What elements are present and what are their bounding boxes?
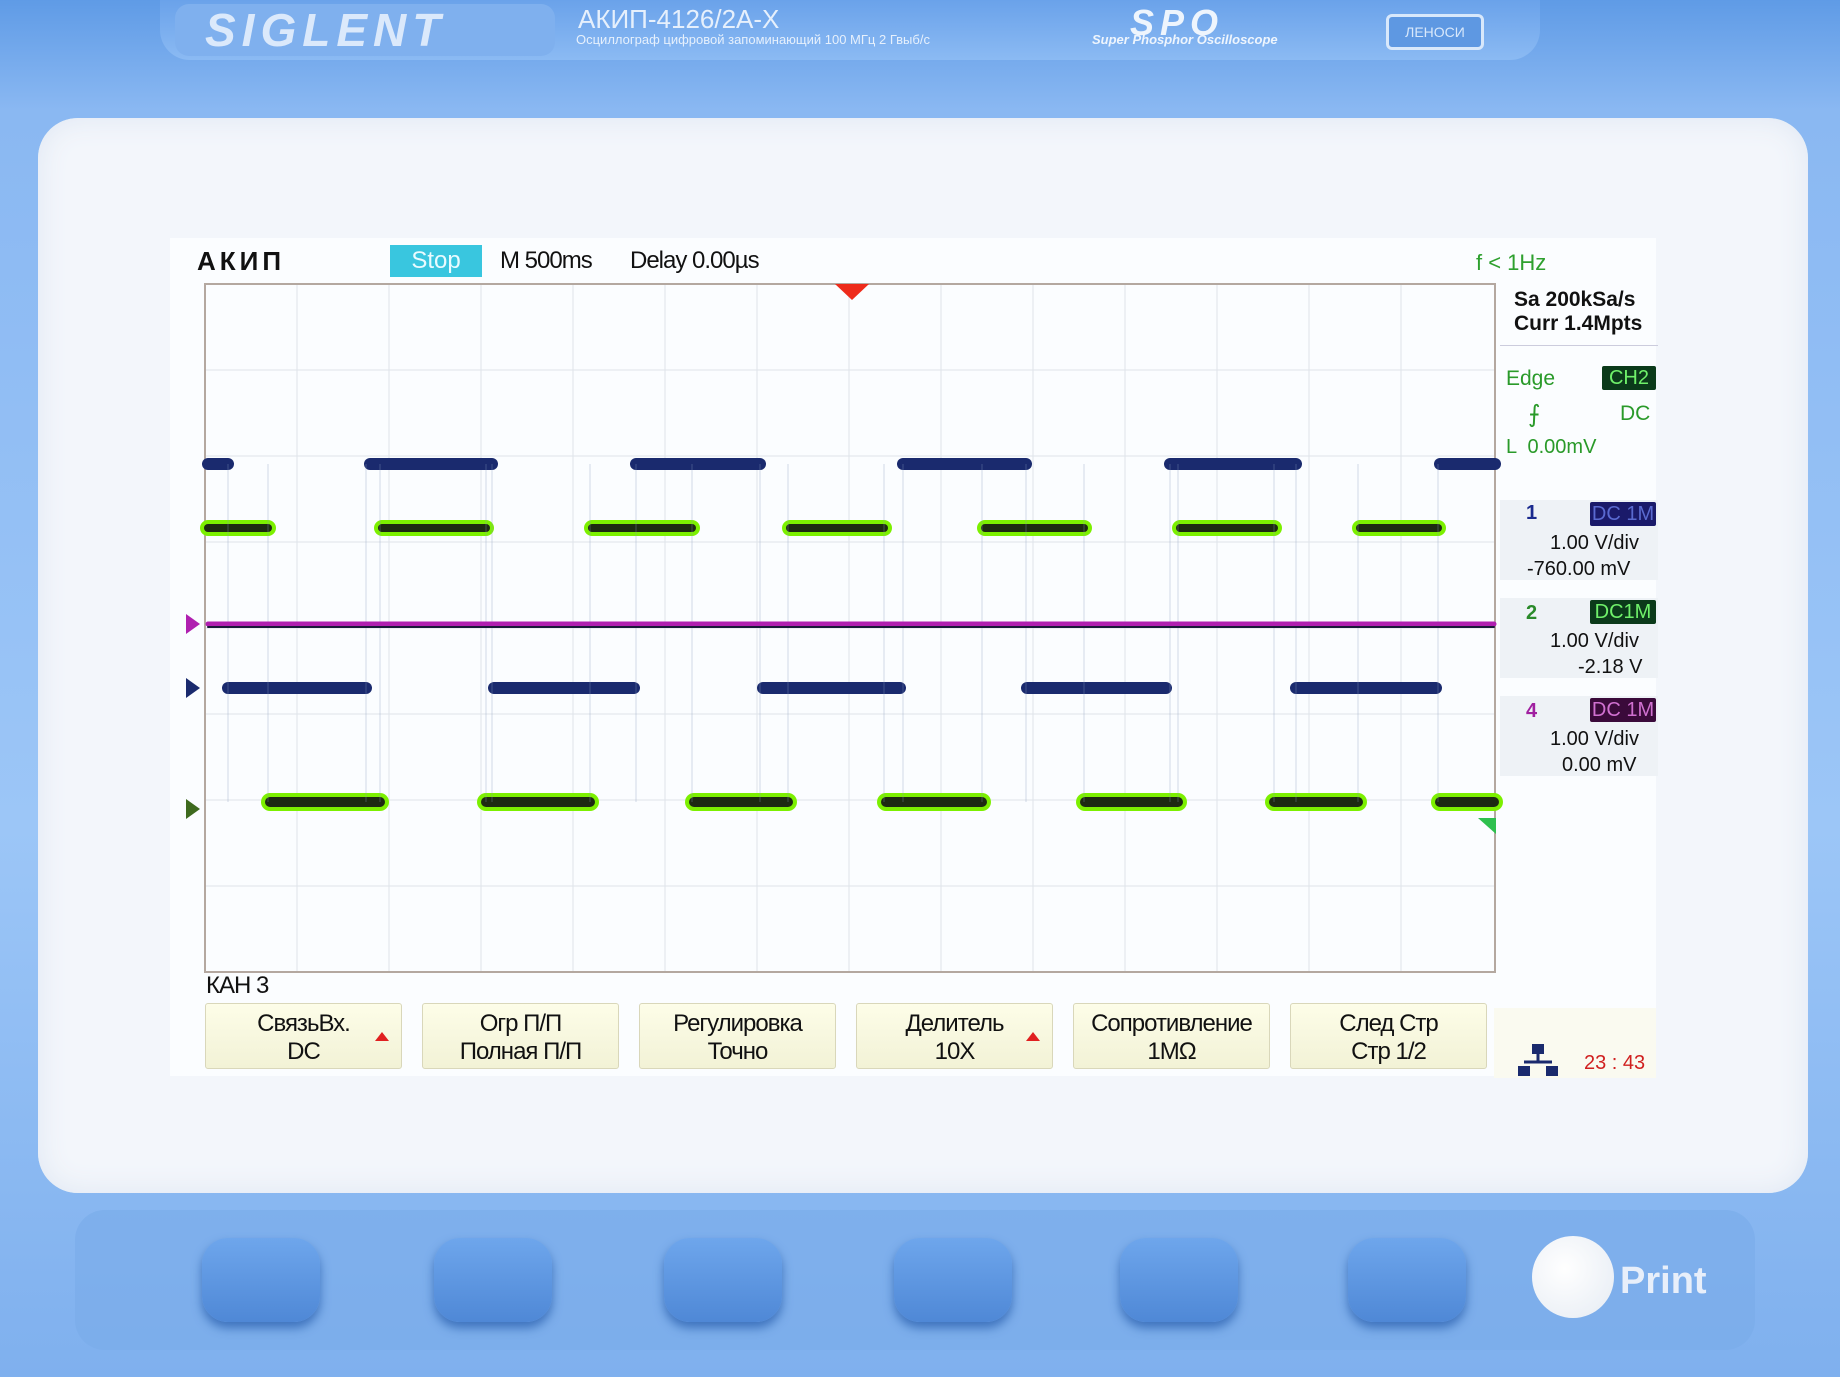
hw-softkey-1[interactable]: [202, 1238, 320, 1322]
softkey-line2: Полная П/П: [459, 1038, 583, 1065]
ch2-offset: -2.18 V: [1578, 656, 1643, 678]
ch1-number: 1: [1526, 502, 1538, 524]
print-label: Print: [1620, 1260, 1707, 1302]
softkey-line2: 10X: [934, 1038, 976, 1065]
softkey-line1: Делитель: [905, 1010, 1005, 1037]
trigger-coupling: DC: [1620, 402, 1651, 425]
softkey-bandwidth-limit[interactable]: Огр П/П Полная П/П: [422, 1003, 619, 1069]
softkey-next-page[interactable]: След Стр Стр 1/2: [1290, 1003, 1487, 1069]
trigger-type: Edge: [1506, 367, 1556, 390]
softkey-line1: Регулировка: [673, 1010, 803, 1037]
memory-depth: Curr 1.4Mpts: [1514, 312, 1643, 335]
ch2-ground-marker: [186, 799, 200, 819]
trigger-position-marker: [835, 284, 869, 300]
ch1-scale: 1.00 V/div: [1550, 532, 1639, 554]
hw-softkey-5[interactable]: [1120, 1238, 1238, 1322]
trigger-source-chip[interactable]: CH2: [1602, 366, 1656, 390]
ch1-offset: -760.00 mV: [1527, 558, 1631, 580]
print-button[interactable]: [1532, 1236, 1614, 1318]
ch4-offset: 0.00 mV: [1562, 754, 1637, 776]
softkey-line1: Сопротивление: [1091, 1010, 1253, 1037]
softkey-line1: СвязьВх.: [257, 1010, 351, 1037]
waveform-display: [186, 283, 1503, 973]
softkey-probe[interactable]: Делитель 10X: [856, 1003, 1053, 1069]
ch4-coupling-chip: DC 1M: [1590, 698, 1656, 722]
ch1-coupling-chip: DC 1M: [1590, 502, 1656, 526]
softkey-line1: Огр П/П: [479, 1010, 563, 1037]
hw-softkey-4[interactable]: [894, 1238, 1012, 1322]
menu-title: КАН 3: [206, 972, 269, 999]
rising-edge-icon: ⨍: [1528, 401, 1541, 428]
softkey-coupling[interactable]: СвязьВх. DC: [205, 1003, 402, 1069]
panel-divider: [1500, 345, 1658, 346]
sample-rate: Sa 200kSa/s: [1514, 288, 1636, 311]
softkey-line2: DC: [287, 1038, 321, 1065]
trigger-level-marker: [1478, 818, 1496, 834]
network-icon: [1518, 1044, 1558, 1076]
ch4-ground-marker: [186, 614, 200, 634]
hw-softkey-2[interactable]: [434, 1238, 552, 1322]
ch1-ground-marker: [186, 678, 200, 698]
ch4-scale: 1.00 V/div: [1550, 728, 1639, 750]
softkey-adjust[interactable]: Регулировка Точно: [639, 1003, 836, 1069]
softkey-impedance[interactable]: Сопротивление 1MΩ: [1073, 1003, 1270, 1069]
softkey-line1: След Стр: [1339, 1010, 1439, 1037]
clock: 23 : 43: [1584, 1052, 1646, 1074]
ch2-number: 2: [1526, 602, 1538, 624]
ch2-coupling-chip: DC1M: [1590, 600, 1656, 624]
ch2-scale: 1.00 V/div: [1550, 630, 1639, 652]
softkey-line2: 1MΩ: [1147, 1038, 1196, 1065]
ch4-number: 4: [1526, 700, 1538, 722]
trigger-level: L 0.00mV: [1506, 436, 1597, 458]
softkey-line2: Точно: [707, 1038, 769, 1065]
submenu-arrow-icon: [375, 1032, 389, 1041]
hw-softkey-6[interactable]: [1348, 1238, 1466, 1322]
submenu-arrow-icon: [1026, 1032, 1040, 1041]
softkey-line2: Стр 1/2: [1351, 1038, 1427, 1065]
hw-softkey-3[interactable]: [664, 1238, 782, 1322]
